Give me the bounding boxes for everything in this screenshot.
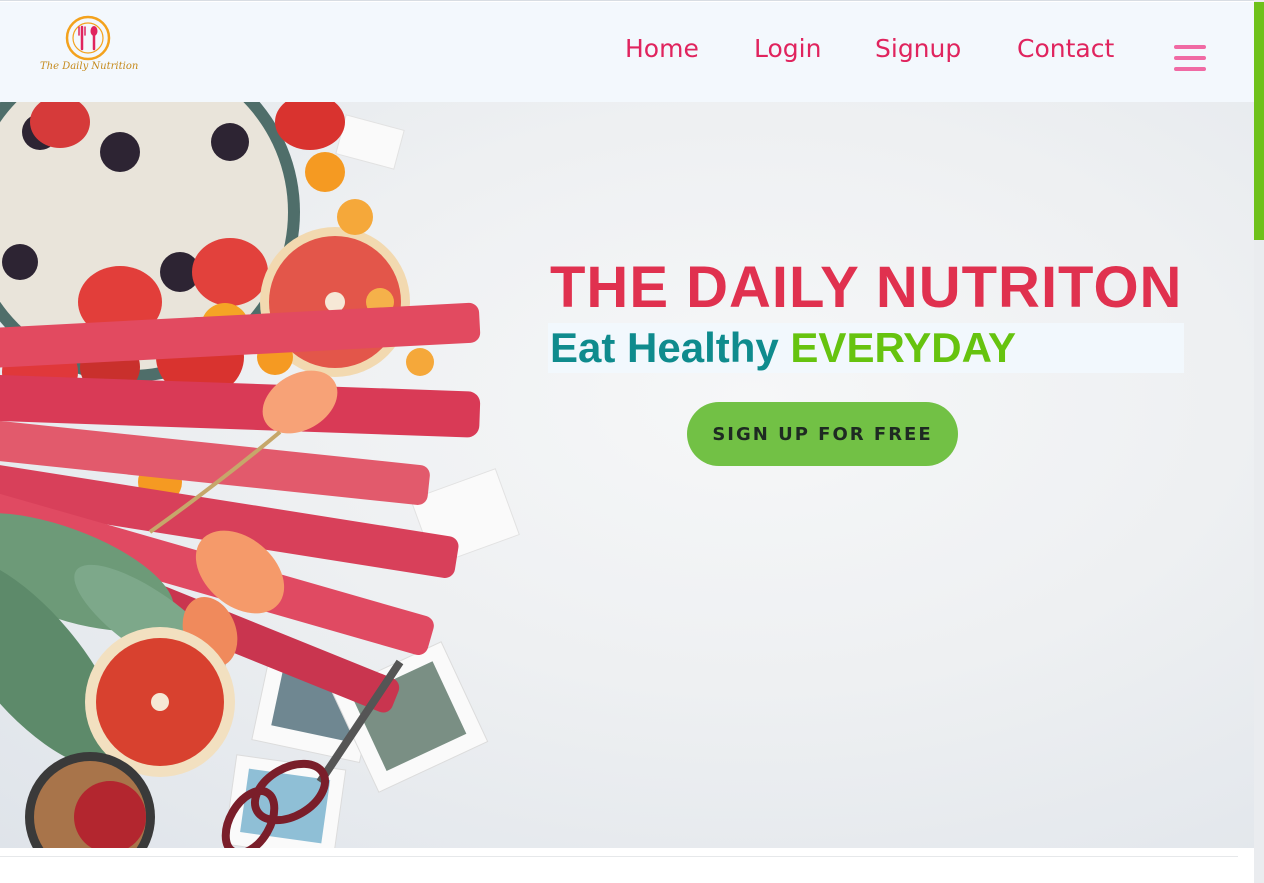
hero-food-image bbox=[0, 102, 520, 848]
tagline-part2: EVERYDAY bbox=[790, 324, 1017, 371]
hero-tagline: Eat Healthy EVERYDAY bbox=[550, 324, 1016, 372]
nav-home[interactable]: Home bbox=[625, 34, 699, 63]
hero-headline: THE DAILY NUTRITON bbox=[550, 255, 1183, 320]
nav-contact[interactable]: Contact bbox=[1017, 34, 1114, 63]
tagline-part1: Eat Healthy bbox=[550, 324, 791, 371]
page-bottom bbox=[0, 848, 1254, 883]
nav-signup[interactable]: Signup bbox=[875, 34, 961, 63]
nav-login[interactable]: Login bbox=[754, 34, 821, 63]
hamburger-bar bbox=[1174, 67, 1206, 71]
hamburger-bar bbox=[1174, 56, 1206, 60]
divider bbox=[0, 856, 1238, 857]
site-header: The Daily Nutrition Home Login Signup Co… bbox=[0, 2, 1254, 102]
scrollbar-thumb[interactable] bbox=[1254, 2, 1264, 240]
page: The Daily Nutrition Home Login Signup Co… bbox=[0, 0, 1254, 883]
signup-free-button[interactable]: SIGN UP FOR FREE bbox=[687, 402, 958, 466]
hamburger-bar bbox=[1174, 45, 1206, 49]
site-logo[interactable]: The Daily Nutrition bbox=[36, 14, 146, 78]
page-scrollbar[interactable] bbox=[1254, 0, 1264, 883]
hamburger-menu-icon[interactable] bbox=[1174, 45, 1206, 73]
hero-section: THE DAILY NUTRITON Eat Healthy EVERYDAY … bbox=[0, 102, 1254, 848]
logo-text: The Daily Nutrition bbox=[40, 61, 139, 72]
